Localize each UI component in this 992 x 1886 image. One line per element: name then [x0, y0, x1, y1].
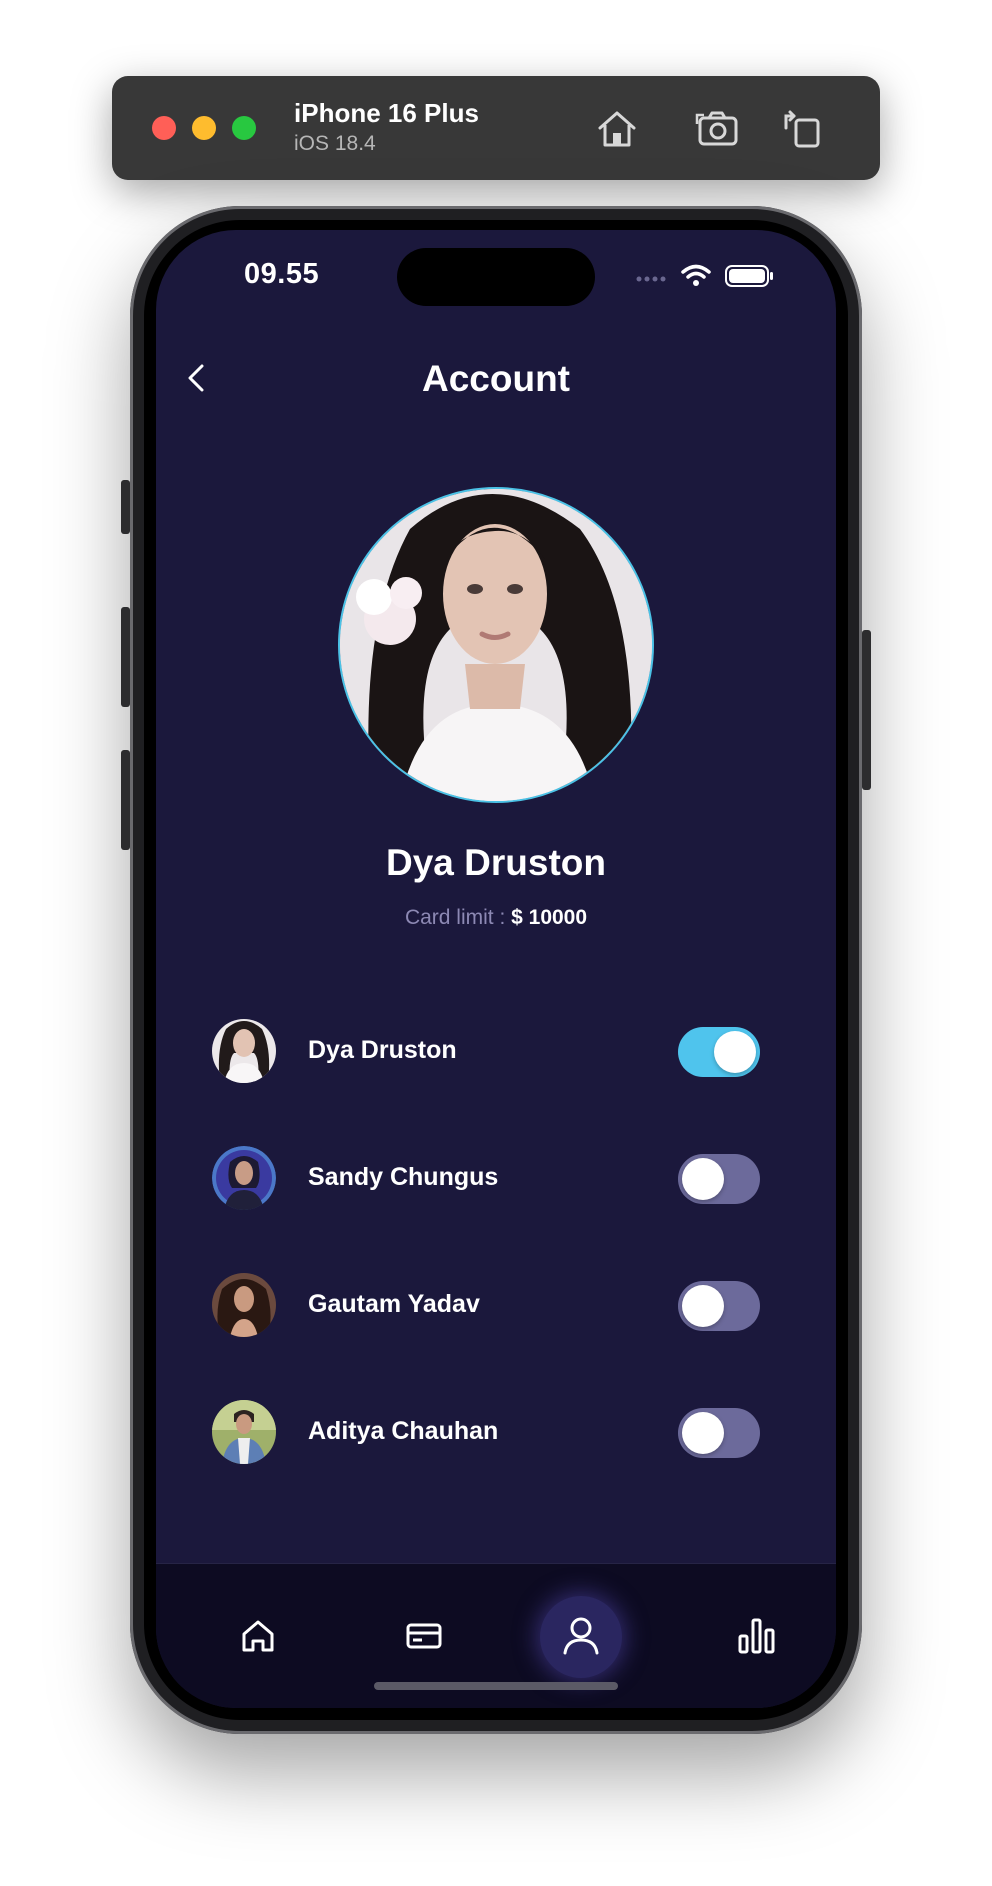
avatar [212, 1019, 276, 1083]
nav-account-button[interactable] [540, 1596, 622, 1678]
toggle-knob [714, 1031, 756, 1073]
minimize-window-button[interactable] [192, 116, 216, 140]
dynamic-island [397, 248, 595, 306]
user-icon [563, 1617, 599, 1655]
card-limit: Card limit : $ 10000 [156, 906, 836, 930]
account-row[interactable]: Dya Druston [212, 1019, 760, 1083]
volume-up-button [121, 607, 130, 707]
profile-name: Dya Druston [386, 842, 606, 883]
account-name: Dya Druston [308, 1036, 457, 1064]
volume-down-button [121, 750, 130, 850]
rotate-icon[interactable] [780, 106, 826, 152]
card-limit-label: Card limit : [404, 906, 512, 929]
simulator-os-version: iOS 18.4 [294, 132, 376, 155]
simulator-device-name: iPhone 16 Plus [294, 98, 479, 128]
account-toggle[interactable] [678, 1027, 760, 1077]
account-name: Sandy Chungus [308, 1163, 499, 1191]
toggle-knob [682, 1285, 724, 1327]
account-toggle[interactable] [678, 1154, 760, 1204]
power-button [862, 630, 871, 790]
status-icons [636, 264, 773, 287]
action-button [121, 480, 130, 534]
bar-chart-icon[interactable] [728, 1608, 784, 1664]
account-name: Gautam Yadav [308, 1290, 480, 1318]
app-screen: 09.55 Account Dya Druston Card limit: $… [156, 230, 836, 1708]
account-name: Aditya Chauhan [308, 1417, 499, 1445]
account-row[interactable]: Aditya Chauhan [212, 1400, 760, 1464]
profile-photo[interactable] [338, 487, 654, 803]
profile-portrait-icon [340, 489, 652, 801]
status-time: 09.55 [244, 258, 320, 290]
home-icon[interactable] [594, 106, 640, 152]
card-icon[interactable] [396, 1608, 452, 1664]
zoom-window-button[interactable] [232, 116, 256, 140]
card-limit-amount: $ 10000 [511, 906, 588, 929]
account-toggle[interactable] [678, 1408, 760, 1458]
close-window-button[interactable] [152, 116, 176, 140]
toggle-knob [682, 1412, 724, 1454]
simulator-toolbar: iPhone 16 Plus iOS 18.4 [112, 76, 880, 180]
page-title: Account [422, 358, 570, 399]
wifi-icon [681, 264, 711, 279]
toggle-knob [682, 1158, 724, 1200]
screenshot-icon[interactable] [694, 106, 740, 152]
battery-icon [725, 265, 773, 287]
avatar [212, 1273, 276, 1337]
signal-icon [636, 276, 666, 282]
account-toggle[interactable] [678, 1281, 760, 1331]
avatar [212, 1400, 276, 1464]
home-icon[interactable] [230, 1608, 286, 1664]
avatar [212, 1146, 276, 1210]
account-row[interactable]: Gautam Yadav [212, 1273, 760, 1337]
account-row[interactable]: Sandy Chungus [212, 1146, 760, 1210]
home-indicator [374, 1682, 618, 1690]
